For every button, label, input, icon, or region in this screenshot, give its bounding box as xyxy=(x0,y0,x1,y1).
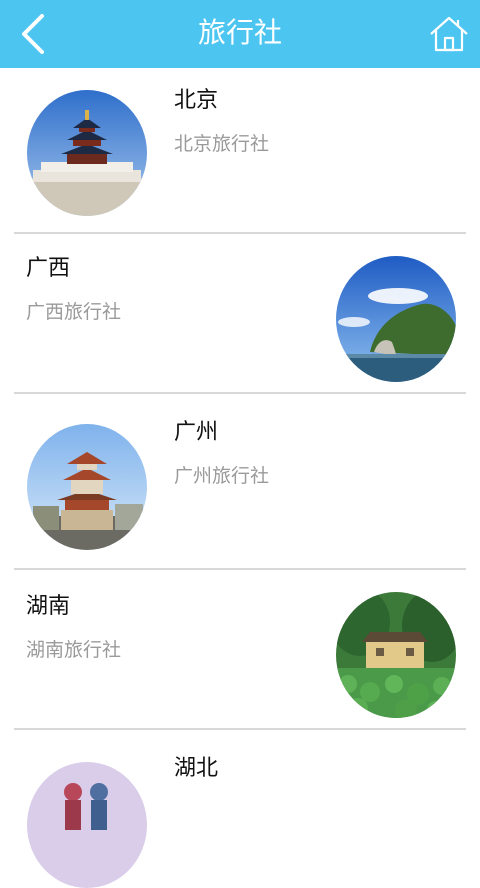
guangzhou-thumbnail xyxy=(27,424,147,550)
agency-list: 北京 北京旅行社 广西 广西旅行社 广州 广州旅行社 湖南 湖南旅行社 湖北 xyxy=(0,68,480,888)
list-item-title: 广西 xyxy=(26,256,71,281)
list-item-title: 湖南 xyxy=(26,594,71,619)
home-button[interactable] xyxy=(428,14,470,54)
list-item-title: 北京 xyxy=(174,88,219,113)
list-item[interactable]: 湖北 xyxy=(0,730,480,888)
guangxi-thumbnail xyxy=(336,256,456,382)
list-item-title: 广州 xyxy=(174,420,219,445)
list-item[interactable]: 广州 广州旅行社 xyxy=(0,394,480,570)
list-item-subtitle: 广西旅行社 xyxy=(26,301,122,323)
home-icon xyxy=(430,16,468,52)
page-title: 旅行社 xyxy=(197,16,282,49)
list-item[interactable]: 广西 广西旅行社 xyxy=(0,234,480,394)
list-item-subtitle: 湖南旅行社 xyxy=(26,639,122,661)
list-item-title: 湖北 xyxy=(174,756,219,781)
list-item[interactable]: 湖南 湖南旅行社 xyxy=(0,570,480,730)
hubei-thumbnail xyxy=(27,762,147,888)
list-item[interactable]: 北京 北京旅行社 xyxy=(0,68,480,234)
beijing-thumbnail xyxy=(27,90,147,216)
hunan-thumbnail xyxy=(336,592,456,718)
list-item-subtitle: 北京旅行社 xyxy=(174,133,270,155)
top-bar: 旅行社 xyxy=(0,0,480,68)
list-item-subtitle: 广州旅行社 xyxy=(174,465,270,487)
